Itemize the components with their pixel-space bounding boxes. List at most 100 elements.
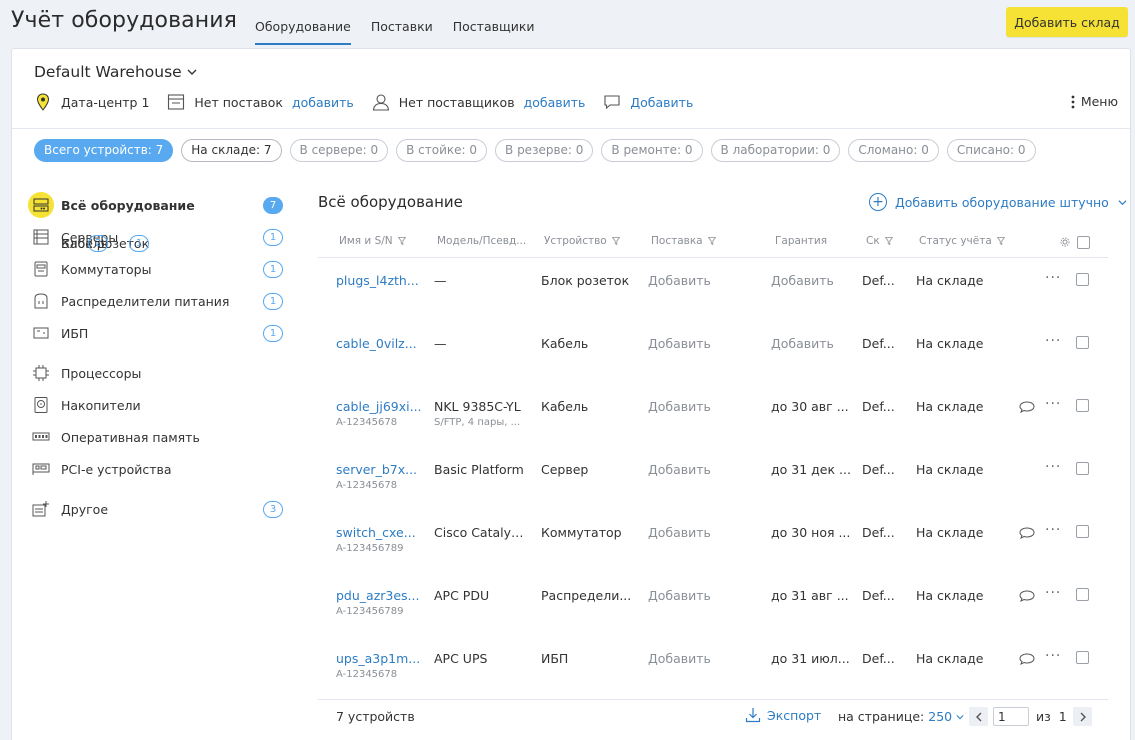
sidebar-item-all[interactable]: Всё оборудование 7 — [28, 189, 283, 221]
chip-written-off[interactable]: Списано: 0 — [946, 139, 1036, 162]
chip-broken[interactable]: Сломано: 0 — [848, 139, 939, 162]
sidebar-item-ups[interactable]: ИБП 1 — [28, 317, 283, 349]
table-row[interactable]: server_b7x... A-12345678 Basic Platform … — [318, 442, 1108, 505]
menu-button[interactable]: Меню — [1071, 94, 1118, 109]
chip-in-stock[interactable]: На складе: 7 — [181, 139, 282, 162]
switch-icon — [28, 256, 54, 282]
sidebar-item-drives[interactable]: Накопители — [28, 389, 283, 421]
prev-page-button[interactable] — [969, 707, 988, 726]
tab-equipment[interactable]: Оборудование — [255, 19, 351, 45]
chip-in-server[interactable]: В сервере: 0 — [289, 139, 389, 162]
row-checkbox[interactable] — [1076, 588, 1089, 601]
more-actions-icon[interactable]: ··· — [1045, 585, 1061, 601]
chip-repair[interactable]: В ремонте: 0 — [601, 139, 703, 162]
chip-reserve[interactable]: В резерве: 0 — [495, 139, 594, 162]
location-info: Дата-центр 1 — [34, 93, 149, 111]
device-cell: Распредели... — [541, 588, 632, 603]
per-page: на странице: 250 — [838, 709, 964, 724]
add-delivery-link[interactable]: добавить — [292, 95, 354, 110]
equipment-name-link[interactable]: cable_jj69xi... — [336, 399, 422, 414]
sidebar-item-ram[interactable]: Оперативная память — [28, 421, 283, 453]
more-actions-icon[interactable]: ··· — [1045, 459, 1061, 475]
model-cell: — — [434, 336, 447, 351]
sidebar-item-pdu[interactable]: Распределители питания 1 — [28, 285, 283, 317]
more-actions-icon[interactable]: ··· — [1045, 333, 1061, 349]
col-device[interactable]: Устройство — [544, 235, 620, 247]
row-checkbox[interactable] — [1076, 273, 1089, 286]
more-actions-icon[interactable]: ··· — [1045, 648, 1061, 664]
settings-gear-icon[interactable] — [1060, 237, 1070, 247]
col-status[interactable]: Статус учёта — [919, 235, 1005, 247]
equipment-name-link[interactable]: ups_a3p1m... — [336, 651, 422, 666]
table-row[interactable]: switch_cxe... A-123456789 Cisco Catalys.… — [318, 505, 1108, 568]
col-delivery[interactable]: Поставка — [651, 235, 716, 247]
equipment-name-link[interactable]: server_b7x... — [336, 462, 422, 477]
col-warranty[interactable]: Гарантия — [775, 235, 827, 247]
comment-icon[interactable] — [1019, 527, 1035, 539]
equipment-name-link[interactable]: cable_0vilz... — [336, 336, 422, 351]
chip-total[interactable]: Всего устройств: 7 — [34, 139, 174, 162]
tab-suppliers[interactable]: Поставщики — [453, 19, 535, 45]
download-icon — [745, 708, 761, 723]
page-input[interactable] — [993, 707, 1029, 726]
col-name[interactable]: Имя и S/N — [339, 235, 406, 247]
chevron-left-icon — [975, 712, 981, 721]
add-delivery-link[interactable]: Добавить — [648, 336, 740, 351]
sidebar-item-pcie[interactable]: PCI-e устройства — [28, 453, 283, 485]
comment-icon[interactable] — [1019, 401, 1035, 413]
sidebar-item-cpu[interactable]: Процессоры — [28, 357, 283, 389]
tab-deliveries[interactable]: Поставки — [371, 19, 433, 45]
row-checkbox[interactable] — [1076, 651, 1089, 664]
add-delivery-link[interactable]: Добавить — [648, 273, 740, 288]
table-row[interactable]: ups_a3p1m... A-12345678 APC UPS ИБП Доба… — [318, 631, 1108, 694]
pdu-icon — [28, 288, 54, 314]
count-badge: 1 — [263, 292, 283, 310]
comment-icon[interactable] — [1019, 590, 1035, 602]
export-button[interactable]: Экспорт — [745, 707, 821, 723]
equipment-name-link[interactable]: pdu_azr3es... — [336, 588, 422, 603]
table-row[interactable]: cable_0vilz... — Кабель Добавить Добавит… — [318, 316, 1108, 379]
table-row[interactable]: plugs_l4zth... — Блок розеток Добавить Д… — [318, 253, 1108, 316]
add-delivery-link[interactable]: Добавить — [648, 399, 740, 414]
warehouse-selector[interactable]: Default Warehouse — [34, 63, 197, 81]
count-badge: 1 — [263, 228, 283, 246]
per-page-select[interactable]: 250 — [928, 709, 964, 724]
add-warranty-link[interactable]: Добавить — [771, 273, 851, 288]
add-single-equipment-button[interactable]: + Добавить оборудование штучно — [869, 193, 1127, 211]
export-label: Экспорт — [767, 707, 822, 723]
warranty-cell: до 31 дек ... — [771, 462, 851, 477]
add-warehouse-button[interactable]: Добавить склад — [1006, 7, 1128, 37]
add-delivery-link[interactable]: Добавить — [648, 651, 740, 666]
col-model[interactable]: Модель/Псевд... — [437, 235, 526, 247]
col-warehouse[interactable]: Ск — [866, 235, 893, 247]
chip-in-rack[interactable]: В стойке: 0 — [396, 139, 488, 162]
add-comment-link[interactable]: Добавить — [630, 95, 693, 110]
warehouse-name: Default Warehouse — [34, 63, 182, 81]
select-all-checkbox[interactable] — [1077, 236, 1090, 249]
row-checkbox[interactable] — [1076, 525, 1089, 538]
row-checkbox[interactable] — [1076, 336, 1089, 349]
status-cell: На складе — [916, 399, 984, 414]
add-delivery-link[interactable]: Добавить — [648, 462, 740, 477]
next-page-button[interactable] — [1073, 707, 1092, 726]
equipment-name-link[interactable]: plugs_l4zth... — [336, 273, 422, 288]
more-actions-icon[interactable]: ··· — [1045, 270, 1061, 286]
sidebar-item-cable[interactable]: Кабель 2 — [28, 227, 109, 259]
more-actions-icon[interactable]: ··· — [1045, 396, 1061, 412]
more-actions-icon[interactable]: ··· — [1045, 522, 1061, 538]
table-row[interactable]: cable_jj69xi... A-12345678 NKL 9385C-YL … — [318, 379, 1108, 442]
add-delivery-link[interactable]: Добавить — [648, 525, 740, 540]
add-warranty-link[interactable]: Добавить — [771, 336, 851, 351]
add-delivery-link[interactable]: Добавить — [648, 588, 740, 603]
device-cell: Кабель — [541, 399, 589, 414]
warehouse-cell: Def... — [862, 651, 895, 666]
row-checkbox[interactable] — [1076, 399, 1089, 412]
row-checkbox[interactable] — [1076, 462, 1089, 475]
chip-lab[interactable]: В лаборатории: 0 — [710, 139, 841, 162]
add-supplier-link[interactable]: добавить — [524, 95, 586, 110]
equipment-name-link[interactable]: switch_cxe... — [336, 525, 422, 540]
sidebar-item-other[interactable]: Другое 3 — [28, 493, 283, 525]
table-row[interactable]: pdu_azr3es... A-123456789 APC PDU Распре… — [318, 568, 1108, 631]
model-cell: APC PDU — [434, 588, 490, 603]
comment-icon[interactable] — [1019, 653, 1035, 665]
